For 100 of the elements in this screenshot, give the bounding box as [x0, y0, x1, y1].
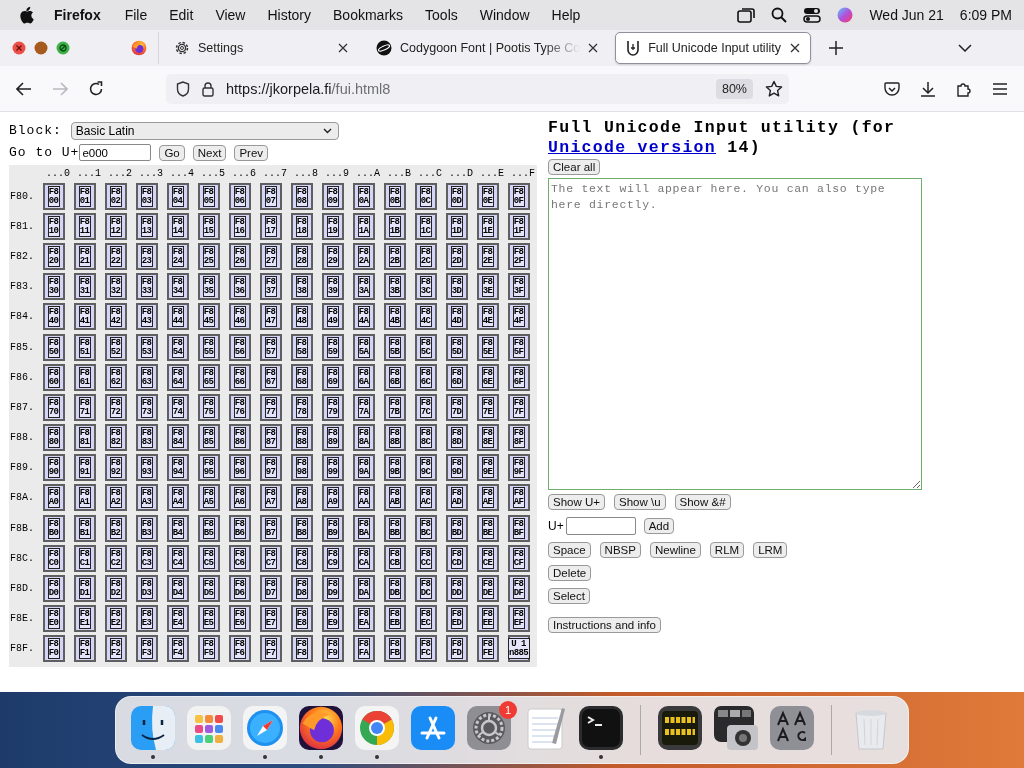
character-cell[interactable]: F8 13 [136, 212, 158, 240]
character-cell[interactable]: F8 57 [260, 333, 282, 361]
character-cell[interactable]: F8 0F [508, 182, 530, 210]
reload-icon[interactable] [88, 80, 104, 97]
character-cell[interactable]: F8 ED [446, 605, 468, 633]
character-cell[interactable]: F8 80 [43, 424, 65, 452]
character-cell[interactable]: F8 89 [322, 424, 344, 452]
character-cell[interactable]: F8 60 [43, 363, 65, 391]
character-cell[interactable]: F8 00 [43, 182, 65, 210]
character-cell[interactable]: F8 FC [415, 635, 437, 663]
character-cell[interactable]: F8 B4 [167, 514, 189, 542]
character-cell[interactable]: F8 20 [43, 242, 65, 270]
character-cell[interactable]: F8 BC [415, 514, 437, 542]
character-cell[interactable]: F8 03 [136, 182, 158, 210]
menu-item[interactable]: Help [551, 7, 581, 23]
clear-all-button[interactable]: Clear all [548, 159, 601, 175]
character-cell[interactable]: F8 02 [105, 182, 127, 210]
character-cell[interactable]: F8 68 [291, 363, 313, 391]
character-cell[interactable]: F8 F7 [260, 635, 282, 663]
character-cell[interactable]: F8 46 [229, 303, 251, 331]
character-cell[interactable]: F8 D4 [167, 575, 189, 603]
character-cell[interactable]: F8 66 [229, 363, 251, 391]
character-cell[interactable]: F8 7D [446, 393, 468, 421]
character-cell[interactable]: F8 38 [291, 273, 313, 301]
character-cell[interactable]: F8 06 [229, 182, 251, 210]
character-cell[interactable]: F8 C2 [105, 544, 127, 572]
character-cell[interactable]: F8 10 [43, 212, 65, 240]
character-cell[interactable]: F8 E7 [260, 605, 282, 633]
character-cell[interactable]: F8 B9 [322, 514, 344, 542]
character-cell[interactable]: F8 E6 [229, 605, 251, 633]
character-cell[interactable]: F8 D2 [105, 575, 127, 603]
character-cell[interactable]: F8 9C [415, 454, 437, 482]
character-cell[interactable]: F8 1F [508, 212, 530, 240]
character-cell[interactable]: F8 5A [353, 333, 375, 361]
character-cell[interactable]: F8 50 [43, 333, 65, 361]
close-icon[interactable] [588, 43, 599, 53]
character-cell[interactable]: F8 7E [477, 393, 499, 421]
character-cell[interactable]: F8 3E [477, 273, 499, 301]
character-cell[interactable]: F8 B3 [136, 514, 158, 542]
character-cell[interactable]: F8 55 [198, 333, 220, 361]
gear-icon[interactable] [466, 705, 512, 751]
character-cell[interactable]: F8 6F [508, 363, 530, 391]
character-cell[interactable]: F8 6C [415, 363, 437, 391]
character-cell[interactable]: F8 35 [198, 273, 220, 301]
character-cell[interactable]: F8 CB [384, 544, 406, 572]
character-cell[interactable]: F8 DD [446, 575, 468, 603]
character-cell[interactable]: F8 59 [322, 333, 344, 361]
character-cell[interactable]: F8 2E [477, 242, 499, 270]
character-cell[interactable]: F8 74 [167, 393, 189, 421]
character-cell[interactable]: F8 5C [415, 333, 437, 361]
add-button[interactable]: Add [643, 518, 675, 534]
character-cell[interactable]: F8 52 [105, 333, 127, 361]
character-cell[interactable]: F8 85 [198, 424, 220, 452]
character-cell[interactable]: F8 F3 [136, 635, 158, 663]
insert-character-button[interactable]: LRM [753, 542, 788, 558]
character-cell[interactable]: F8 2F [508, 242, 530, 270]
character-cell[interactable]: F8 5D [446, 333, 468, 361]
character-cell[interactable]: F8 1C [415, 212, 437, 240]
character-cell[interactable]: F8 39 [322, 273, 344, 301]
character-cell[interactable]: F8 32 [105, 273, 127, 301]
instructions-button[interactable]: Instructions and info [548, 617, 661, 633]
close-icon[interactable] [338, 43, 348, 53]
character-cell[interactable]: F8 36 [229, 273, 251, 301]
character-cell[interactable]: F8 E1 [74, 605, 96, 633]
character-cell[interactable]: F8 96 [229, 454, 251, 482]
character-cell[interactable]: F8 3C [415, 273, 437, 301]
character-cell[interactable]: F8 AB [384, 484, 406, 512]
character-cell[interactable]: F8 AC [415, 484, 437, 512]
character-cell[interactable]: F8 95 [198, 454, 220, 482]
character-cell[interactable]: F8 6D [446, 363, 468, 391]
character-cell[interactable]: F8 B1 [74, 514, 96, 542]
character-cell[interactable]: F8 B0 [43, 514, 65, 542]
character-cell[interactable]: F8 24 [167, 242, 189, 270]
character-cell[interactable]: F8 0E [477, 182, 499, 210]
terminal-icon[interactable] [578, 705, 624, 751]
character-cell[interactable]: F8 EE [477, 605, 499, 633]
character-cell[interactable]: F8 A0 [43, 484, 65, 512]
minimize-window-button[interactable] [34, 41, 48, 55]
character-cell[interactable]: F8 B2 [105, 514, 127, 542]
character-cell[interactable]: F8 4C [415, 303, 437, 331]
character-cell[interactable]: F8 19 [322, 212, 344, 240]
character-cell[interactable]: F8 48 [291, 303, 313, 331]
star-icon[interactable] [765, 79, 783, 98]
character-cell[interactable]: F8 3F [508, 273, 530, 301]
character-cell[interactable]: F8 92 [105, 454, 127, 482]
character-cell[interactable]: F8 D5 [198, 575, 220, 603]
character-cell[interactable]: F8 3B [384, 273, 406, 301]
character-cell[interactable]: F8 44 [167, 303, 189, 331]
character-cell[interactable]: F8 12 [105, 212, 127, 240]
character-cell[interactable]: F8 62 [105, 363, 127, 391]
character-cell[interactable]: F8 EB [384, 605, 406, 633]
character-cell[interactable]: F8 F8 [291, 635, 313, 663]
character-cell[interactable]: F8 B8 [291, 514, 313, 542]
character-cell[interactable]: F8 0D [446, 182, 468, 210]
character-cell[interactable]: F8 DB [384, 575, 406, 603]
character-cell[interactable]: F8 F6 [229, 635, 251, 663]
browser-tab[interactable]: Settings [163, 32, 359, 64]
character-cell[interactable]: F8 5E [477, 333, 499, 361]
character-cell[interactable]: F8 14 [167, 212, 189, 240]
character-cell[interactable]: F8 9E [477, 454, 499, 482]
